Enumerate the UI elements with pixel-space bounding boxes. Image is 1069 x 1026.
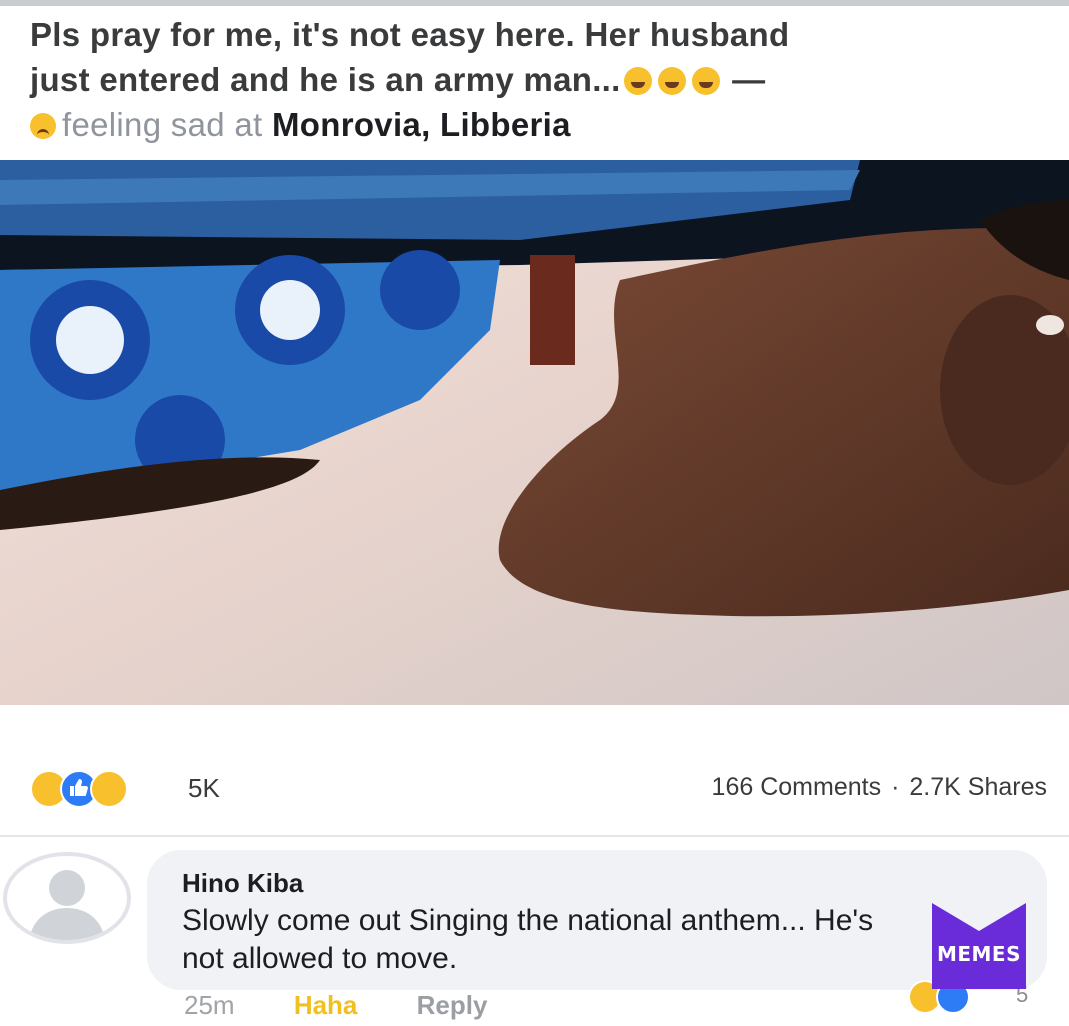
stats-separator: · (891, 773, 900, 801)
comment-author[interactable]: Hino Kiba (182, 868, 303, 899)
post-photo-illustration (0, 160, 1069, 705)
divider (0, 835, 1069, 837)
shares-count-link[interactable]: 2.7K Shares (909, 773, 1047, 801)
sad-emoji-icon (30, 113, 56, 139)
avatar[interactable] (3, 852, 131, 944)
post-text: Pls pray for me, it's not easy here. Her… (30, 12, 1050, 147)
post-text-dash: — (732, 61, 766, 98)
post-text-line1: Pls pray for me, it's not easy here. Her… (30, 16, 790, 53)
feeling-text: feeling sad at (62, 106, 263, 143)
location-link[interactable]: Monrovia, Libberia (272, 106, 571, 143)
comment-text: Slowly come out Singing the national ant… (182, 904, 874, 975)
comment-time[interactable]: 25m (184, 990, 235, 1020)
default-profile-icon (29, 870, 105, 940)
post-stats: 166 Comments · 2.7K Shares (712, 773, 1047, 802)
haha-reaction-button[interactable]: Haha (294, 990, 358, 1020)
post-text-line2-text: just entered and he is an army man... (30, 61, 621, 98)
laughing-emoji-icon (691, 67, 720, 95)
sad-icon (90, 770, 128, 808)
feeling-line: feeling sad at Monrovia, Libberia (30, 102, 1050, 147)
comment-bubble: Hino Kiba Slowly come out Singing the na… (147, 850, 1047, 990)
post-text-line2: just entered and he is an army man... — (30, 57, 1050, 102)
post-photo[interactable] (0, 160, 1069, 705)
top-border (0, 0, 1069, 6)
laughing-emoji-icon (657, 67, 686, 95)
reaction-count: 5K (188, 773, 220, 803)
laughing-emoji-icon (623, 67, 652, 95)
comments-count-link[interactable]: 166 Comments (712, 773, 882, 801)
thumbs-up-icon (70, 779, 88, 796)
memes-logo-text: MEMES (936, 942, 1022, 966)
reply-button[interactable]: Reply (417, 990, 488, 1020)
comment-actions: 25m Haha Reply (184, 990, 539, 1021)
